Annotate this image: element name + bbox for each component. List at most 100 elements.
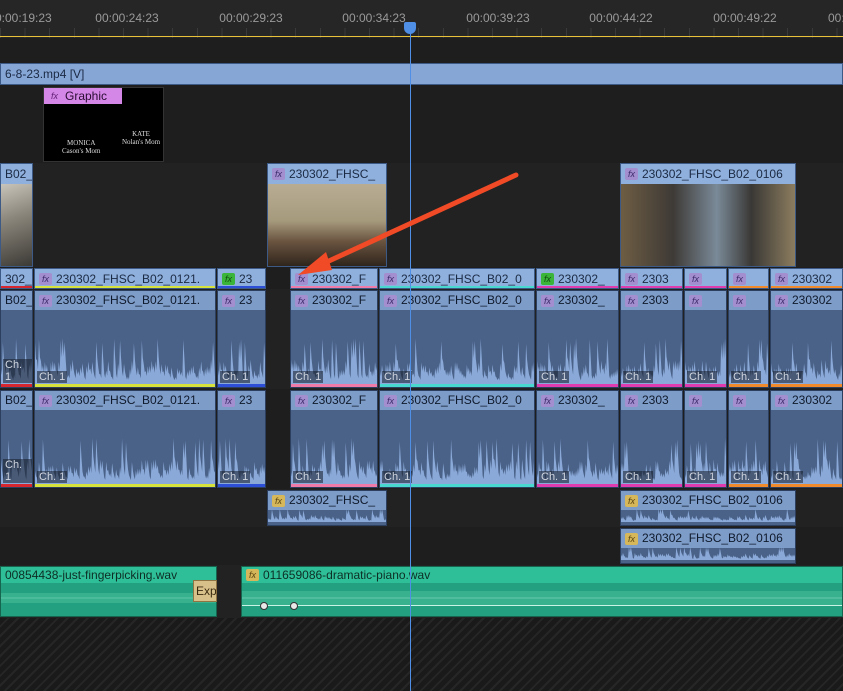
clip-label-color	[685, 484, 726, 487]
clip-label-color	[771, 484, 842, 487]
clip-label-color	[291, 286, 377, 288]
video-clip-main[interactable]: 6-8-23.mp4 [V]	[0, 63, 843, 85]
work-area-bar[interactable]	[0, 36, 843, 37]
audio-clip[interactable]: fx 230302_FHSC_B02_0121. Ch. 1	[34, 390, 216, 488]
clip-name: 230302_FHSC_B02_0121.	[56, 293, 201, 307]
fx-badge-icon: fx	[48, 90, 61, 102]
clip-label: 6-8-23.mp4 [V]	[1, 64, 842, 84]
clip-name: 2303	[642, 293, 669, 307]
clip-label-color	[621, 384, 682, 387]
lower-third-role: Cason's Mom	[62, 147, 101, 155]
clip-name: 23	[239, 393, 253, 407]
audio-clip[interactable]: fx 230302_ Ch. 1	[536, 290, 619, 388]
audio-clip[interactable]: fx 230302_FHSC_B02_0121. Ch. 1	[34, 290, 216, 388]
audio-clip[interactable]: fx 230302 Ch. 1	[770, 390, 843, 488]
graphic-clip[interactable]: fx Graphic MONICA Cason's Mom KATE Nolan…	[43, 87, 164, 162]
clip-name: 230302_	[558, 293, 605, 307]
playhead-icon[interactable]	[404, 22, 416, 34]
clip-label-color	[1, 484, 32, 487]
audio-clip[interactable]: fx 230302 Ch. 1	[770, 290, 843, 388]
audio-clip[interactable]: B02_ Ch. 1	[0, 290, 33, 388]
fx-badge-icon: fx	[39, 294, 52, 307]
channel-label: Ch. 1	[220, 471, 251, 483]
ruler-timecode: 00:00:24:23	[95, 11, 159, 25]
audio-clip[interactable]: fx 230302_FHSC_B02_0106	[620, 528, 796, 564]
video-clip[interactable]: fx 230302_FHSC_B02_0121.	[34, 268, 216, 289]
keyframe[interactable]	[260, 602, 268, 610]
graphic-text-left: MONICA Cason's Mom	[62, 139, 100, 155]
clip-label: fx Graphic	[44, 88, 122, 104]
audio-clip[interactable]: fx 230302_FHSC_	[267, 490, 387, 526]
video-clip[interactable]: fx 230302_FHSC_	[267, 163, 387, 267]
audio-clip[interactable]: fx 2303 Ch. 1	[620, 290, 683, 388]
music-clip[interactable]: fx 011659086-dramatic-piano.wav	[241, 566, 843, 617]
video-clip[interactable]: fx	[728, 268, 769, 289]
video-clip[interactable]: 302_	[0, 268, 33, 289]
clip-name: 230302_FHSC_B02_0121.	[56, 393, 201, 407]
time-ruler[interactable]: 00:00:19:23 00:00:24:23 00:00:29:23 00:0…	[0, 0, 843, 38]
video-clip[interactable]: fx	[684, 268, 727, 289]
fx-badge-icon: fx	[733, 294, 746, 307]
clip-label: B02_	[1, 291, 32, 310]
audio-clip[interactable]: fx 23 Ch. 1	[217, 290, 266, 388]
audio-clip[interactable]: B02_ Ch. 1	[0, 390, 33, 488]
music-clip[interactable]: 00854438-just-fingerpicking.wav	[0, 566, 217, 617]
clip-thumbnail	[1, 184, 32, 266]
clip-name: 2303	[642, 393, 669, 407]
audio-clip[interactable]: fx Ch. 1	[684, 290, 727, 388]
clip-name: 230302_F	[312, 393, 367, 407]
video-clip[interactable]: fx 23	[217, 268, 266, 289]
clip-label: fx 011659086-dramatic-piano.wav	[242, 567, 842, 583]
lower-third-role: Nolan's Mom	[122, 138, 161, 146]
video-clip[interactable]: fx 2303	[620, 268, 683, 289]
clip-label-color	[771, 384, 842, 387]
video-clip[interactable]: fx 230302_FHSC_B02_0106	[620, 163, 796, 267]
ruler-timecode: 00:00:34:23	[342, 11, 406, 25]
channel-label: Ch. 1	[687, 471, 718, 483]
audio-clip[interactable]: fx 230302_F Ch. 1	[290, 390, 378, 488]
audio-clip[interactable]: fx Ch. 1	[728, 290, 769, 388]
audio-clip[interactable]: fx Ch. 1	[684, 390, 727, 488]
playhead-line[interactable]	[410, 30, 411, 691]
lower-third-name: MONICA	[67, 139, 96, 147]
clip-label: fx 230302_FHSC_B02_0	[380, 291, 534, 310]
audio-clip[interactable]: fx 230302_ Ch. 1	[536, 390, 619, 488]
audio-clip[interactable]: fx 230302_F Ch. 1	[290, 290, 378, 388]
empty-track-area	[0, 618, 843, 691]
video-clip[interactable]: fx 230302_FHSC_B02_0	[379, 268, 535, 289]
fx-badge-icon: fx	[625, 273, 638, 285]
channel-label: Ch. 1	[539, 471, 570, 483]
video-clip[interactable]: fx 230302_	[536, 268, 619, 289]
ruler-timecode: 00:00:44:22	[589, 11, 653, 25]
clip-label-color	[621, 484, 682, 487]
audio-clip[interactable]: fx 2303 Ch. 1	[620, 390, 683, 488]
audio-clip[interactable]: fx 230302_FHSC_B02_0 Ch. 1	[379, 390, 535, 488]
fx-badge-icon: fx	[689, 394, 702, 407]
clip-label: B02_	[1, 164, 32, 184]
clip-name: B02_	[5, 293, 32, 307]
fx-badge-icon: fx	[295, 273, 308, 285]
channel-label: Ch. 1	[731, 371, 762, 383]
clip-label-color	[291, 484, 377, 487]
fx-badge-icon: fx	[39, 394, 52, 407]
audio-clip[interactable]: fx 230302_FHSC_B02_0106	[620, 490, 796, 526]
audio-transition[interactable]: Exp	[193, 580, 217, 602]
premiere-timeline[interactable]: 00:00:19:23 00:00:24:23 00:00:29:23 00:0…	[0, 0, 843, 691]
clip-label-color	[35, 484, 215, 487]
clip-label-color	[729, 384, 768, 387]
fx-badge-icon: fx	[625, 532, 638, 545]
keyframe[interactable]	[290, 602, 298, 610]
video-clip[interactable]: fx 230302_F	[290, 268, 378, 289]
clip-label: B02_	[1, 391, 32, 410]
video-clip[interactable]: fx 230302	[770, 268, 843, 289]
clip-label-color	[685, 286, 726, 288]
volume-rubberband[interactable]	[242, 605, 842, 606]
fx-badge-icon: fx	[295, 294, 308, 307]
audio-clip[interactable]: fx 23 Ch. 1	[217, 390, 266, 488]
video-clip[interactable]: B02_	[0, 163, 33, 267]
fx-badge-icon: fx	[541, 294, 554, 307]
audio-clip[interactable]: fx Ch. 1	[728, 390, 769, 488]
clip-label-color	[1, 384, 32, 387]
clip-name: B02_	[5, 167, 32, 181]
audio-clip[interactable]: fx 230302_FHSC_B02_0 Ch. 1	[379, 290, 535, 388]
